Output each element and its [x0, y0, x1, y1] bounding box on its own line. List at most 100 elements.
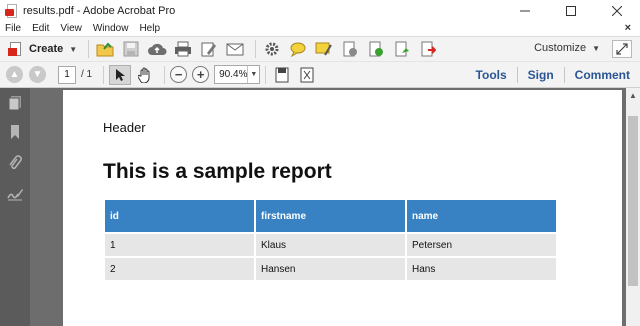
edit-button[interactable]: [198, 39, 220, 59]
report-table: id firstname name 1 Klaus Petersen 2 Han…: [103, 198, 558, 282]
share-button[interactable]: [417, 39, 439, 59]
window-title: results.pdf - Adobe Acrobat Pro: [23, 4, 176, 17]
table-cell: 2: [105, 258, 254, 280]
minimize-button[interactable]: [502, 0, 548, 21]
cloud-upload-button[interactable]: [146, 39, 168, 59]
settings-icon: [265, 42, 279, 56]
vertical-scrollbar[interactable]: ▲: [626, 88, 640, 326]
toolbar-divider: [265, 65, 267, 84]
menu-edit[interactable]: Edit: [27, 23, 55, 34]
attachments-button[interactable]: [6, 154, 24, 172]
bookmarks-button[interactable]: [6, 123, 24, 141]
fit-width-icon: [300, 67, 314, 82]
close-document-button[interactable]: ×: [625, 22, 631, 34]
page-total: / 1: [81, 69, 93, 80]
customize-dropdown[interactable]: Customize ▼: [534, 42, 600, 54]
create-button[interactable]: Create ▼: [8, 39, 83, 59]
save-button[interactable]: [120, 39, 142, 59]
close-icon: [612, 5, 622, 16]
select-tool-button[interactable]: [109, 64, 132, 85]
bookmark-icon: [11, 125, 19, 139]
table-row: 1 Klaus Petersen: [105, 234, 556, 256]
zoom-select[interactable]: 90.4% ▼: [214, 65, 261, 84]
arrow-up-icon: ▲: [9, 69, 20, 80]
minus-icon: −: [174, 67, 183, 82]
print-icon: [175, 41, 192, 57]
zoom-out-button[interactable]: −: [170, 66, 188, 83]
table-row: 2 Hansen Hans: [105, 258, 556, 280]
right-panel-links: Tools Sign Comment: [466, 62, 640, 88]
attach-button[interactable]: [339, 39, 361, 59]
open-button[interactable]: [94, 39, 116, 59]
fit-page-icon: [275, 67, 289, 82]
scrollbar-thumb[interactable]: [628, 116, 638, 286]
cloud-upload-icon: [148, 43, 167, 55]
column-header-firstname: firstname: [256, 200, 405, 232]
email-icon: [226, 43, 244, 56]
close-window-button[interactable]: [594, 0, 640, 21]
acrobat-app-icon: [5, 3, 19, 18]
document-viewport: Header This is a sample report id firstn…: [30, 88, 626, 326]
settings-button[interactable]: [261, 39, 283, 59]
email-button[interactable]: [224, 39, 246, 59]
cursor-icon: [116, 68, 126, 81]
paperclip-icon: [9, 155, 22, 170]
menu-file[interactable]: File: [0, 23, 27, 34]
expand-button[interactable]: [612, 40, 632, 58]
page-thumbnails-icon: [8, 96, 21, 111]
print-button[interactable]: [172, 39, 194, 59]
sign-button[interactable]: [391, 39, 413, 59]
arrow-down-icon: ▼: [32, 69, 43, 80]
minimize-icon: [520, 10, 530, 11]
next-page-button[interactable]: ▼: [29, 66, 46, 83]
scroll-up-arrow-icon[interactable]: ▲: [626, 88, 640, 102]
zoom-in-button[interactable]: +: [192, 66, 210, 83]
sign-icon: [395, 41, 410, 57]
attach-icon: [343, 41, 358, 57]
table-cell: Hans: [407, 258, 556, 280]
highlight-icon: [315, 42, 333, 56]
highlight-button[interactable]: [313, 39, 335, 59]
edit-icon: [201, 42, 217, 57]
main-toolbar: Create ▼ Customize ▼: [0, 36, 640, 62]
plus-icon: +: [196, 67, 205, 82]
sign-link[interactable]: Sign: [516, 67, 564, 83]
open-folder-icon: [96, 42, 114, 57]
column-header-name: name: [407, 200, 556, 232]
menu-help[interactable]: Help: [134, 23, 166, 34]
create-pdf-icon: [8, 41, 24, 57]
save-icon: [123, 41, 139, 57]
menu-window[interactable]: Window: [88, 23, 135, 34]
table-header-row: id firstname name: [105, 200, 556, 232]
toolbar-divider: [255, 40, 257, 58]
hand-icon: [138, 67, 150, 83]
customize-label: Customize: [534, 42, 587, 54]
hand-tool-button[interactable]: [134, 65, 156, 85]
document-header: Header: [103, 120, 146, 135]
comment-link[interactable]: Comment: [563, 67, 640, 83]
window-controls: [502, 0, 640, 21]
table-cell: Petersen: [407, 234, 556, 256]
page-thumbnails-button[interactable]: [6, 94, 24, 112]
expand-icon: [616, 43, 628, 55]
signatures-button[interactable]: [6, 185, 24, 203]
tools-link[interactable]: Tools: [466, 67, 517, 83]
create-label: Create: [29, 43, 64, 55]
fit-width-button[interactable]: [296, 65, 318, 85]
signature-icon: [7, 189, 23, 201]
comment-button[interactable]: [287, 39, 309, 59]
navigation-toolbar: ▲ ▼ 1 / 1 − + 90.4% ▼ Tools Sign Comment: [0, 62, 640, 88]
page-number-input[interactable]: 1: [58, 65, 76, 84]
chevron-down-icon: ▼: [247, 66, 259, 83]
menu-view[interactable]: View: [55, 23, 88, 34]
previous-page-button[interactable]: ▲: [6, 66, 23, 83]
toolbar-divider: [88, 40, 90, 58]
column-header-id: id: [105, 200, 254, 232]
export-button[interactable]: [365, 39, 387, 59]
table-cell: 1: [105, 234, 254, 256]
fit-page-button[interactable]: [271, 65, 293, 85]
toolbar-divider: [103, 65, 105, 84]
toolbar-divider: [164, 65, 166, 84]
zoom-value: 90.4%: [219, 69, 248, 80]
maximize-button[interactable]: [548, 0, 594, 21]
